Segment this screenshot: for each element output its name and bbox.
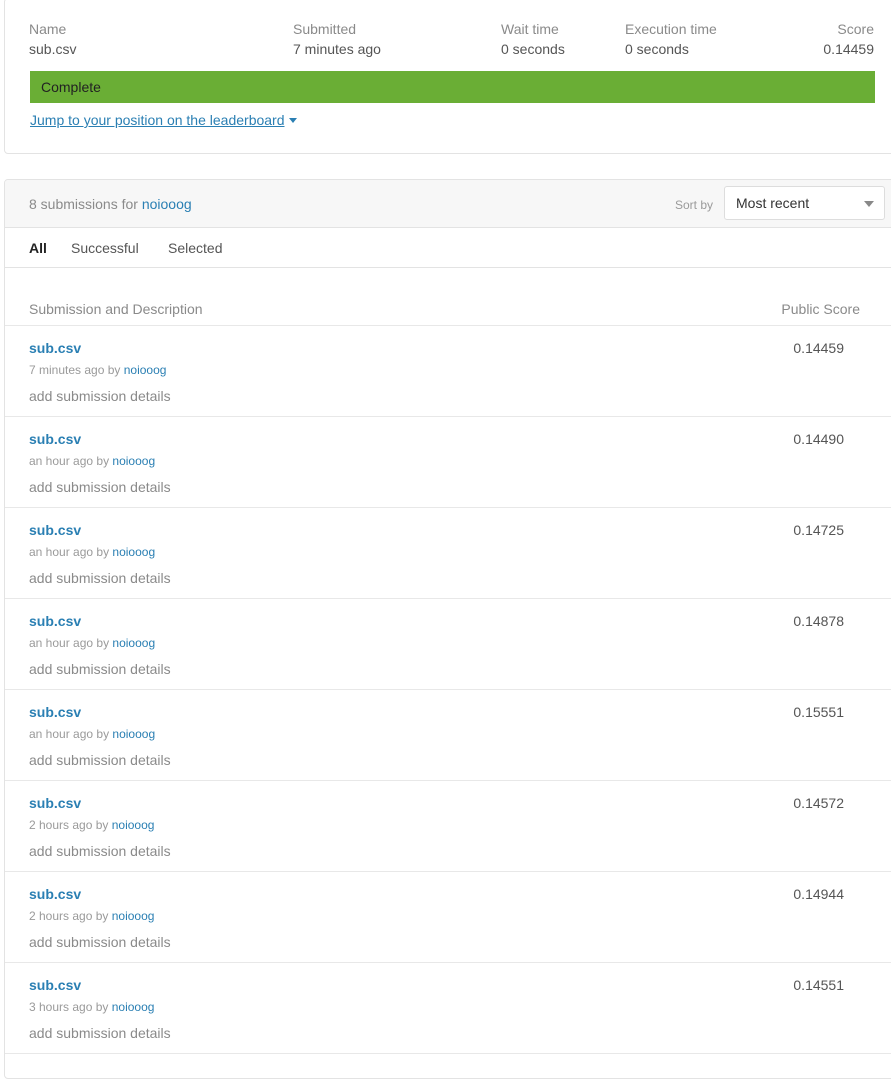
submission-meta: an hour ago by noiooog xyxy=(29,454,155,468)
jump-link-label: Jump to your position on the leaderboard xyxy=(30,112,285,128)
tab-all[interactable]: All xyxy=(29,240,47,256)
submission-meta: an hour ago by noiooog xyxy=(29,727,155,741)
submission-file-link[interactable]: sub.csv xyxy=(29,613,81,629)
add-submission-details-link[interactable]: add submission details xyxy=(29,661,171,677)
dropdown-arrow-icon xyxy=(864,201,874,207)
summary-name-value: sub.csv xyxy=(29,41,77,57)
tabs-divider xyxy=(5,267,891,268)
summary-score-column: Score 0.14459 xyxy=(823,21,874,57)
summary-submitted-column: Submitted 7 minutes ago xyxy=(293,21,381,57)
add-submission-details-link[interactable]: add submission details xyxy=(29,1025,171,1041)
submission-time: an hour ago by xyxy=(29,545,110,559)
summary-submitted-header: Submitted xyxy=(293,21,357,37)
public-score: 0.14725 xyxy=(793,522,844,538)
column-header-public-score: Public Score xyxy=(781,301,860,317)
submission-time: 2 hours ago by xyxy=(29,909,109,923)
summary-wait-column: Wait time 0 seconds xyxy=(501,21,565,57)
submission-file-link[interactable]: sub.csv xyxy=(29,704,81,720)
submission-time: 3 hours ago by xyxy=(29,1000,109,1014)
summary-execution-header: Execution time xyxy=(625,21,717,37)
public-score: 0.14551 xyxy=(793,977,844,993)
summary-wait-value: 0 seconds xyxy=(501,41,565,57)
tab-successful[interactable]: Successful xyxy=(71,240,139,256)
table-row: sub.csv 3 hours ago by noiooog add submiss… xyxy=(5,963,891,1054)
table-row: sub.csv an hour ago by noiooog add submiss… xyxy=(5,690,891,781)
submission-count: 8 submissions for noiooog xyxy=(29,196,192,212)
sort-select-value: Most recent xyxy=(736,195,810,211)
public-score: 0.14572 xyxy=(793,795,844,811)
column-header-description: Submission and Description xyxy=(29,301,203,317)
table-row: sub.csv 2 hours ago by noiooog add submiss… xyxy=(5,872,891,963)
submission-meta: 2 hours ago by noiooog xyxy=(29,818,154,832)
tab-selected[interactable]: Selected xyxy=(168,240,222,256)
table-row: sub.csv an hour ago by noiooog add submiss… xyxy=(5,508,891,599)
table-row: sub.csv an hour ago by noiooog add submiss… xyxy=(5,417,891,508)
submission-time: 2 hours ago by xyxy=(29,818,109,832)
add-submission-details-link[interactable]: add submission details xyxy=(29,934,171,950)
submission-meta: an hour ago by noiooog xyxy=(29,545,155,559)
submission-owner-link[interactable]: noiooog xyxy=(142,196,192,212)
latest-submission-card: Name sub.csv Submitted 7 minutes ago Wai… xyxy=(4,0,891,154)
sort-select[interactable]: Most recent xyxy=(724,186,885,220)
jump-to-leaderboard-link[interactable]: Jump to your position on the leaderboard xyxy=(30,112,297,128)
submission-file-link[interactable]: sub.csv xyxy=(29,977,81,993)
submissions-header: 8 submissions for noiooog Sort by Most r… xyxy=(5,180,891,228)
submission-time: an hour ago by xyxy=(29,727,110,741)
submission-meta: an hour ago by noiooog xyxy=(29,636,155,650)
public-score: 0.14459 xyxy=(793,340,844,356)
add-submission-details-link[interactable]: add submission details xyxy=(29,752,171,768)
summary-score-header: Score xyxy=(837,21,874,37)
table-row: sub.csv an hour ago by noiooog add submiss… xyxy=(5,599,891,690)
submission-user-link[interactable]: noiooog xyxy=(112,818,155,832)
public-score: 0.14878 xyxy=(793,613,844,629)
summary-name-header: Name xyxy=(29,21,67,37)
submission-user-link[interactable]: noiooog xyxy=(112,909,155,923)
submission-file-link[interactable]: sub.csv xyxy=(29,431,81,447)
add-submission-details-link[interactable]: add submission details xyxy=(29,570,171,586)
submission-time: an hour ago by xyxy=(29,454,110,468)
summary-execution-value: 0 seconds xyxy=(625,41,689,57)
submission-meta: 3 hours ago by noiooog xyxy=(29,1000,154,1014)
submission-user-link[interactable]: noiooog xyxy=(112,454,155,468)
summary-name-column: Name sub.csv xyxy=(29,21,76,57)
submission-file-link[interactable]: sub.csv xyxy=(29,522,81,538)
submission-user-link[interactable]: noiooog xyxy=(112,545,155,559)
submissions-card: 8 submissions for noiooog Sort by Most r… xyxy=(4,179,891,1079)
add-submission-details-link[interactable]: add submission details xyxy=(29,479,171,495)
add-submission-details-link[interactable]: add submission details xyxy=(29,843,171,859)
submission-user-link[interactable]: noiooog xyxy=(124,363,167,377)
submission-meta: 7 minutes ago by noiooog xyxy=(29,363,166,377)
submission-user-link[interactable]: noiooog xyxy=(112,1000,155,1014)
table-row: sub.csv 2 hours ago by noiooog add submiss… xyxy=(5,781,891,872)
summary-execution-column: Execution time 0 seconds xyxy=(625,21,717,57)
submission-count-text: 8 submissions for xyxy=(29,196,138,212)
table-row: sub.csv 7 minutes ago by noiooog add submi… xyxy=(5,326,891,417)
status-complete-bar: Complete xyxy=(30,71,875,103)
public-score: 0.14490 xyxy=(793,431,844,447)
summary-score-value: 0.14459 xyxy=(823,41,874,57)
submission-user-link[interactable]: noiooog xyxy=(112,727,155,741)
submission-user-link[interactable]: noiooog xyxy=(112,636,155,650)
summary-wait-header: Wait time xyxy=(501,21,559,37)
submission-file-link[interactable]: sub.csv xyxy=(29,340,81,356)
public-score: 0.14944 xyxy=(793,886,844,902)
caret-down-icon xyxy=(288,117,297,123)
public-score: 0.15551 xyxy=(793,704,844,720)
summary-submitted-value: 7 minutes ago xyxy=(293,41,381,57)
submission-time: an hour ago by xyxy=(29,636,110,650)
submission-file-link[interactable]: sub.csv xyxy=(29,886,81,902)
submission-time: 7 minutes ago by xyxy=(29,363,121,377)
submission-file-link[interactable]: sub.csv xyxy=(29,795,81,811)
sort-by-label: Sort by xyxy=(675,198,714,212)
submission-meta: 2 hours ago by noiooog xyxy=(29,909,154,923)
add-submission-details-link[interactable]: add submission details xyxy=(29,388,171,404)
